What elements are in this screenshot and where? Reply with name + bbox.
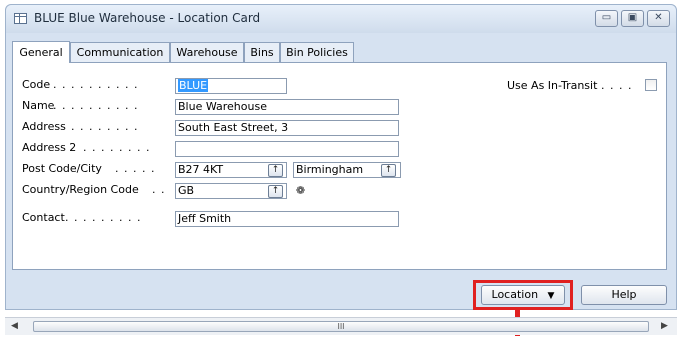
code-dots: . . . . . . . . . . (53, 78, 139, 91)
code-field[interactable]: BLUE (175, 78, 287, 94)
city-lookup-button[interactable]: ↑ (381, 164, 396, 177)
use-as-in-transit-checkbox[interactable] (645, 79, 657, 91)
country-label: Country/Region Code (22, 183, 139, 196)
tab-communication[interactable]: Communication (70, 42, 170, 63)
in-transit-dots: . . . . (601, 79, 633, 92)
name-label: Name (22, 99, 55, 112)
title-bar[interactable]: BLUE Blue Warehouse - Location Card ▭ ▣ … (6, 5, 676, 33)
help-button[interactable]: Help (581, 285, 667, 305)
name-field[interactable]: Blue Warehouse (175, 99, 399, 115)
card-icon (14, 13, 27, 24)
post-code-city-label: Post Code/City (22, 162, 102, 175)
address2-field[interactable] (175, 141, 399, 157)
scroll-right-icon[interactable]: ▶ (661, 321, 668, 331)
location-button-highlight (473, 280, 573, 310)
contact-field[interactable]: Jeff Smith (175, 211, 399, 227)
name-dots: . . . . . . . . . . (53, 99, 139, 112)
tab-bin-policies[interactable]: Bin Policies (280, 42, 354, 63)
maximize-icon: ▣ (627, 12, 638, 23)
tab-bins[interactable]: Bins (244, 42, 280, 63)
code-value: BLUE (178, 79, 209, 92)
scrollbar-thumb[interactable]: III (33, 321, 649, 332)
country-assist-icon: ❁ (295, 184, 306, 197)
close-icon: ✕ (654, 12, 663, 23)
lookup-arrow-icon: ↑ (271, 186, 280, 196)
lookup-arrow-icon: ↑ (271, 165, 280, 175)
scrollbar-grip: III (337, 322, 345, 331)
country-dots: . . (152, 183, 166, 196)
lookup-arrow-icon: ↑ (384, 165, 393, 175)
address-dots: . . . . . . . . (71, 120, 139, 133)
contact-dots: . . . . . . . . . (65, 211, 142, 224)
close-button[interactable]: ✕ (647, 10, 670, 27)
tab-warehouse[interactable]: Warehouse (170, 42, 244, 63)
scroll-left-icon[interactable]: ◀ (11, 321, 18, 331)
in-transit-label: Use As In-Transit (507, 79, 598, 92)
general-panel: Code . . . . . . . . . . BLUE Use As In-… (12, 62, 667, 270)
address-field[interactable]: South East Street, 3 (175, 120, 399, 136)
window-title: BLUE Blue Warehouse - Location Card (34, 11, 261, 25)
post-code-city-dots: . . . . . (115, 162, 156, 175)
post-code-lookup-button[interactable]: ↑ (268, 164, 283, 177)
country-assist-button[interactable]: ❁ (293, 185, 308, 198)
minimize-icon: ▭ (601, 12, 612, 23)
address2-dots: . . . . . . . . (83, 141, 151, 154)
address2-label: Address 2 (22, 141, 77, 154)
maximize-button[interactable]: ▣ (621, 10, 644, 27)
contact-label: Contact (22, 211, 65, 224)
address-label: Address (22, 120, 66, 133)
horizontal-scrollbar[interactable]: ◀ III ▶ (5, 317, 677, 335)
code-label: Code (22, 78, 51, 91)
minimize-button[interactable]: ▭ (595, 10, 618, 27)
tab-general[interactable]: General (12, 41, 70, 63)
country-lookup-button[interactable]: ↑ (268, 185, 283, 198)
